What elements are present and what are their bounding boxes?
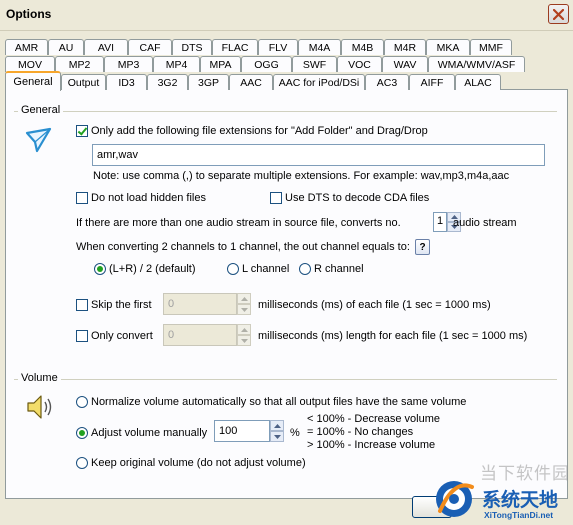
channels-label: When converting 2 channels to 1 channel,… [76,241,410,253]
channel-l-radio[interactable] [227,263,239,275]
brand-logo-icon [436,481,474,517]
title-bar: Options [0,0,573,31]
adjust-radio[interactable] [76,427,88,439]
spin-up-icon[interactable] [270,420,284,431]
tab-general[interactable]: General [5,71,61,91]
tab-mka[interactable]: MKA [426,39,470,55]
tab-mp4[interactable]: MP4 [153,56,200,72]
watermark-url: XiTongTianDi.net [484,510,554,520]
extensions-input[interactable]: amr,wav [92,144,545,166]
normalize-label: Normalize volume automatically so that a… [91,396,467,408]
spin-up-icon[interactable] [237,324,251,335]
stream-suffix: audio stream [453,217,517,229]
tab-au[interactable]: AU [48,39,84,55]
tab-aac[interactable]: AAC [229,74,273,90]
only-add-checkbox[interactable] [76,125,88,137]
tab-amr[interactable]: AMR [5,39,48,55]
tab-flv[interactable]: FLV [258,39,298,55]
tab-m4b[interactable]: M4B [341,39,384,55]
tab-m4r[interactable]: M4R [384,39,426,55]
only-convert-checkbox[interactable] [76,330,88,342]
keep-original-radio[interactable] [76,457,88,469]
percent-sign: % [290,427,300,439]
spin-up-icon[interactable] [237,293,251,304]
tab-wav[interactable]: WAV [382,56,428,72]
spin-down-icon[interactable] [270,431,284,442]
tab-mp2[interactable]: MP2 [55,56,104,72]
channel-lr-radio[interactable] [94,263,106,275]
volume-hint-increase: > 100% - Increase volume [307,439,436,451]
tab-avi[interactable]: AVI [84,39,128,55]
spin-down-icon[interactable] [237,304,251,315]
close-button[interactable] [548,4,569,24]
multi-stream-label: If there are more than one audio stream … [76,217,401,229]
tab-voc[interactable]: VOC [337,56,382,72]
channel-lr-label: (L+R) / 2 (default) [109,263,196,275]
volume-group-label: Volume [18,372,61,384]
tab-mpa[interactable]: MPA [200,56,241,72]
only-convert-label: Only convert [91,330,153,342]
only-convert-spinner[interactable] [237,324,251,346]
tab-mmf[interactable]: MMF [470,39,512,55]
close-icon [553,8,564,20]
tab-wma-wmv-asf[interactable]: WMA/WMV/ASF [428,56,525,72]
channel-r-label: R channel [314,263,364,275]
cursor-arrow-icon [25,127,52,153]
adjust-label: Adjust volume manually [91,427,208,439]
speaker-icon [27,395,52,419]
only-convert-input[interactable]: 0 [163,324,237,346]
tab-caf[interactable]: CAF [128,39,172,55]
skip-first-input[interactable]: 0 [163,293,237,315]
adjust-volume-input[interactable]: 100 [214,420,270,442]
skip-first-label: Skip the first [91,299,152,311]
only-convert-suffix: milliseconds (ms) length for each file (… [258,330,528,342]
adjust-volume-spinner[interactable] [270,420,284,442]
use-dts-checkbox[interactable] [270,192,282,204]
tab-3gp[interactable]: 3GP [188,74,229,90]
skip-first-spinner[interactable] [237,293,251,315]
tab-swf[interactable]: SWF [292,56,337,72]
tab-ogg[interactable]: OGG [241,56,292,72]
tab-id3[interactable]: ID3 [106,74,147,90]
skip-first-checkbox[interactable] [76,299,88,311]
window-title: Options [6,7,52,21]
general-group-label: General [18,104,64,116]
only-add-label: Only add the following file extensions f… [91,125,428,137]
watermark: 当下软件园 系统天地 XiTongTianDi.net [420,455,573,525]
tab-output[interactable]: Output [61,74,106,90]
skip-first-suffix: milliseconds (ms) of each file (1 sec = … [258,299,491,311]
tab-3g2[interactable]: 3G2 [147,74,188,90]
tab-aiff[interactable]: AIFF [409,74,455,90]
tab-flac[interactable]: FLAC [212,39,258,55]
tab-m4a[interactable]: M4A [298,39,341,55]
tab-mov[interactable]: MOV [5,56,55,72]
volume-hint-nochange: = 100% - No changes [307,426,414,438]
normalize-radio[interactable] [76,396,88,408]
watermark-brand: 系统天地 [482,489,559,511]
channel-r-radio[interactable] [299,263,311,275]
general-group-line [14,111,557,112]
tab-ac3[interactable]: AC3 [365,74,409,90]
watermark-cn-text: 当下软件园 [480,464,570,484]
extensions-note: Note: use comma (,) to separate multiple… [93,170,510,182]
tab-dts[interactable]: DTS [172,39,212,55]
tab-mp3[interactable]: MP3 [104,56,153,72]
stream-number-input[interactable]: 1 [433,212,447,232]
tab-panel-general: General Only add the following file exte… [5,89,568,499]
spin-down-icon[interactable] [237,335,251,346]
tab-aac-for-ipod-dsi[interactable]: AAC for iPod/DSi [273,74,365,90]
volume-group-line [14,379,557,380]
keep-original-label: Keep original volume (do not adjust volu… [91,457,306,469]
tab-alac[interactable]: ALAC [455,74,501,90]
channel-l-label: L channel [242,263,290,275]
use-dts-label: Use DTS to decode CDA files [285,192,430,204]
channel-help-button[interactable]: ? [415,239,430,255]
no-hidden-checkbox[interactable] [76,192,88,204]
no-hidden-label: Do not load hidden files [91,192,206,204]
volume-hint-decrease: < 100% - Decrease volume [307,413,440,425]
